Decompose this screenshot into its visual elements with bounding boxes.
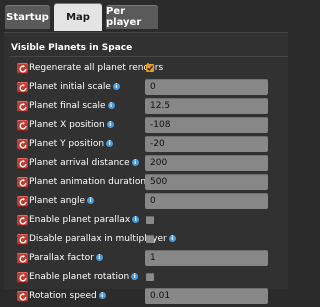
setting-label: Planet final scale i — [29, 101, 115, 111]
reset-icon[interactable] — [17, 196, 28, 207]
info-icon[interactable]: i — [98, 292, 106, 299]
setting-label-text: Planet initial scale — [29, 82, 111, 92]
setting-label-text: Planet arrival distance — [29, 158, 130, 168]
mod-settings-window: Startup Map Per player Visible Planets i… — [0, 0, 288, 304]
tab-startup[interactable]: Startup — [5, 5, 50, 29]
disable-parallax-in-multiplayer-checkbox[interactable] — [146, 235, 154, 243]
setting-row-enable-planet-parallax: Enable planet parallax i — [4, 211, 288, 231]
parallax-factor-input[interactable]: 1 — [145, 250, 268, 266]
setting-label-text: Parallax factor — [29, 253, 94, 263]
setting-row-planet-final-scale: Planet final scale i 12.5 — [4, 97, 288, 117]
setting-row-regenerate-all-planet-renders: Regenerate all planet renders — [4, 59, 288, 79]
info-icon[interactable]: i — [131, 159, 139, 166]
setting-label: Parallax factor i — [29, 253, 103, 263]
tab-map[interactable]: Map — [54, 3, 102, 31]
setting-label: Planet animation durationi — [29, 177, 156, 187]
info-icon[interactable]: i — [112, 83, 120, 90]
setting-row-enable-planet-rotation: Enable planet rotation i — [4, 268, 288, 288]
reset-icon[interactable] — [17, 215, 28, 226]
setting-label-text: Enable planet rotation — [29, 272, 130, 282]
settings-panel: Visible Planets in Space Regenerate all … — [4, 32, 288, 304]
tab-bar: Startup Map Per player — [0, 0, 288, 32]
setting-label: Planet Y position i — [29, 139, 114, 149]
setting-row-parallax-factor: Parallax factor i 1 — [4, 249, 288, 269]
setting-label: Rotation speed i — [29, 291, 106, 301]
section-divider — [9, 56, 288, 57]
reset-icon[interactable] — [17, 101, 28, 112]
enable-planet-parallax-checkbox[interactable] — [146, 216, 154, 224]
info-icon[interactable]: i — [87, 197, 95, 204]
setting-label-text: Rotation speed — [29, 291, 97, 301]
info-icon[interactable]: i — [168, 235, 176, 242]
planet-x-position-input[interactable]: -108 — [145, 117, 268, 133]
reset-icon[interactable] — [17, 158, 28, 169]
planet-arrival-distance-input[interactable]: 200 — [145, 155, 268, 171]
reset-icon[interactable] — [17, 139, 28, 150]
reset-icon[interactable] — [17, 234, 28, 245]
planet-y-position-input[interactable]: -20 — [145, 136, 268, 152]
setting-label: Planet angle i — [29, 196, 95, 206]
info-icon[interactable]: i — [106, 140, 114, 147]
enable-planet-rotation-checkbox[interactable] — [146, 273, 154, 281]
reset-icon[interactable] — [17, 272, 28, 283]
setting-label-text: Regenerate all planet renders — [29, 63, 164, 73]
setting-row-disable-parallax-in-multiplayer: Disable parallax in multiplayer i — [4, 230, 288, 250]
reset-icon[interactable] — [17, 63, 28, 74]
setting-label-text: Planet angle — [29, 196, 86, 206]
setting-label: Regenerate all planet renders — [29, 63, 163, 73]
planet-final-scale-input[interactable]: 12.5 — [145, 98, 268, 114]
setting-row-planet-arrival-distance: Planet arrival distance i 200 — [4, 154, 288, 174]
setting-label-text: Enable planet parallax — [29, 215, 131, 225]
info-icon[interactable]: i — [95, 254, 103, 261]
planet-animation-duration-input[interactable]: 500 — [145, 174, 268, 190]
setting-label-text: Planet final scale — [29, 101, 106, 111]
setting-row-planet-animation-duration: Planet animation durationi500 — [4, 173, 288, 193]
setting-row-planet-initial-scale: Planet initial scale i 0 — [4, 78, 288, 98]
setting-label: Planet arrival distance i — [29, 158, 139, 168]
planet-angle-input[interactable]: 0 — [145, 193, 268, 209]
info-icon[interactable]: i — [132, 216, 140, 223]
reset-icon[interactable] — [17, 177, 28, 188]
reset-icon[interactable] — [17, 120, 28, 131]
reset-icon[interactable] — [17, 253, 28, 264]
regenerate-all-planet-renders-checkbox[interactable] — [146, 64, 154, 72]
section-title: Visible Planets in Space — [11, 43, 133, 53]
info-icon[interactable]: i — [106, 121, 114, 128]
setting-label-text: Planet Y position — [29, 139, 105, 149]
setting-row-planet-x-position: Planet X position i -108 — [4, 116, 288, 136]
setting-label: Enable planet rotation i — [29, 272, 139, 282]
reset-icon[interactable] — [17, 82, 28, 93]
rotation-speed-input[interactable]: 0.01 — [145, 288, 268, 304]
setting-label: Enable planet parallax i — [29, 215, 140, 225]
setting-label: Planet initial scale i — [29, 82, 120, 92]
setting-label: Planet X position i — [29, 120, 114, 130]
tab-per-player[interactable]: Per player — [106, 5, 158, 29]
planet-initial-scale-input[interactable]: 0 — [145, 79, 268, 95]
setting-label-text: Planet animation duration — [29, 177, 147, 187]
reset-icon[interactable] — [17, 291, 28, 302]
setting-row-rotation-speed: Rotation speed i 0.01 — [4, 287, 288, 307]
setting-label-text: Planet X position — [29, 120, 105, 130]
info-icon[interactable]: i — [107, 102, 115, 109]
info-icon[interactable]: i — [131, 273, 139, 280]
setting-row-planet-angle: Planet angle i 0 — [4, 192, 288, 212]
setting-row-planet-y-position: Planet Y position i -20 — [4, 135, 288, 155]
